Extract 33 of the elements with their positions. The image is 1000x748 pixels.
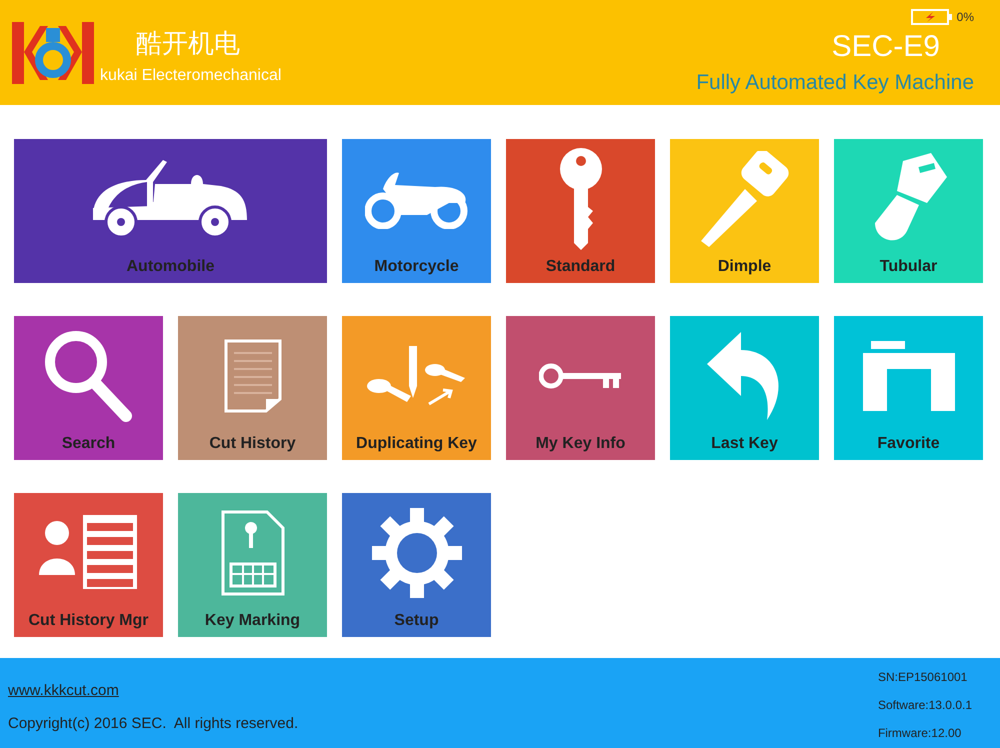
battery-charging-icon xyxy=(910,9,953,25)
menu-tile[interactable]: Motorcycle xyxy=(342,139,491,283)
firmware-version: Firmware:12.00 xyxy=(878,725,962,742)
serial-number: SN:EP15061001 xyxy=(878,669,968,686)
document-icon xyxy=(224,339,282,413)
menu-tile[interactable]: Cut History xyxy=(178,316,327,460)
menu-tile[interactable]: Setup xyxy=(342,493,491,637)
key-icon xyxy=(538,362,622,390)
key-icon xyxy=(558,147,602,251)
website-link[interactable]: www.kkkcut.com xyxy=(8,680,298,702)
menu-tile[interactable]: Dimple xyxy=(670,139,819,283)
menu-tile[interactable]: My Key Info xyxy=(506,316,655,460)
subtitle: Fully Automated Key Machine xyxy=(696,72,974,93)
menu-tile[interactable]: Duplicating Key xyxy=(342,316,491,460)
contact-card-icon xyxy=(38,515,138,591)
model-name: SEC-E9 xyxy=(832,32,940,62)
search-icon xyxy=(44,330,134,422)
battery-percent: 0% xyxy=(956,9,974,26)
menu-tile[interactable]: Tubular xyxy=(834,139,983,283)
menu-tile[interactable]: Last Key xyxy=(670,316,819,460)
copyright-text: Copyright(c) 2016 SEC. All rights reserved. xyxy=(8,714,298,734)
menu-tile[interactable]: Key Marking xyxy=(178,493,327,637)
logo-icon xyxy=(12,22,94,84)
menu-tile[interactable]: Standard xyxy=(506,139,655,283)
menu-tile[interactable]: Search xyxy=(14,316,163,460)
gear-icon xyxy=(372,508,462,598)
menu-tile[interactable]: Cut History Mgr xyxy=(14,493,163,637)
brand-english: kukai Electeromechanical xyxy=(100,68,282,84)
key-card-icon xyxy=(220,510,284,596)
menu-tile[interactable]: Favorite xyxy=(834,316,983,460)
brand-chinese: 酷开机电 xyxy=(136,30,241,56)
software-version: Software:13.0.0.1 xyxy=(878,697,972,714)
folder-icon xyxy=(860,339,956,413)
